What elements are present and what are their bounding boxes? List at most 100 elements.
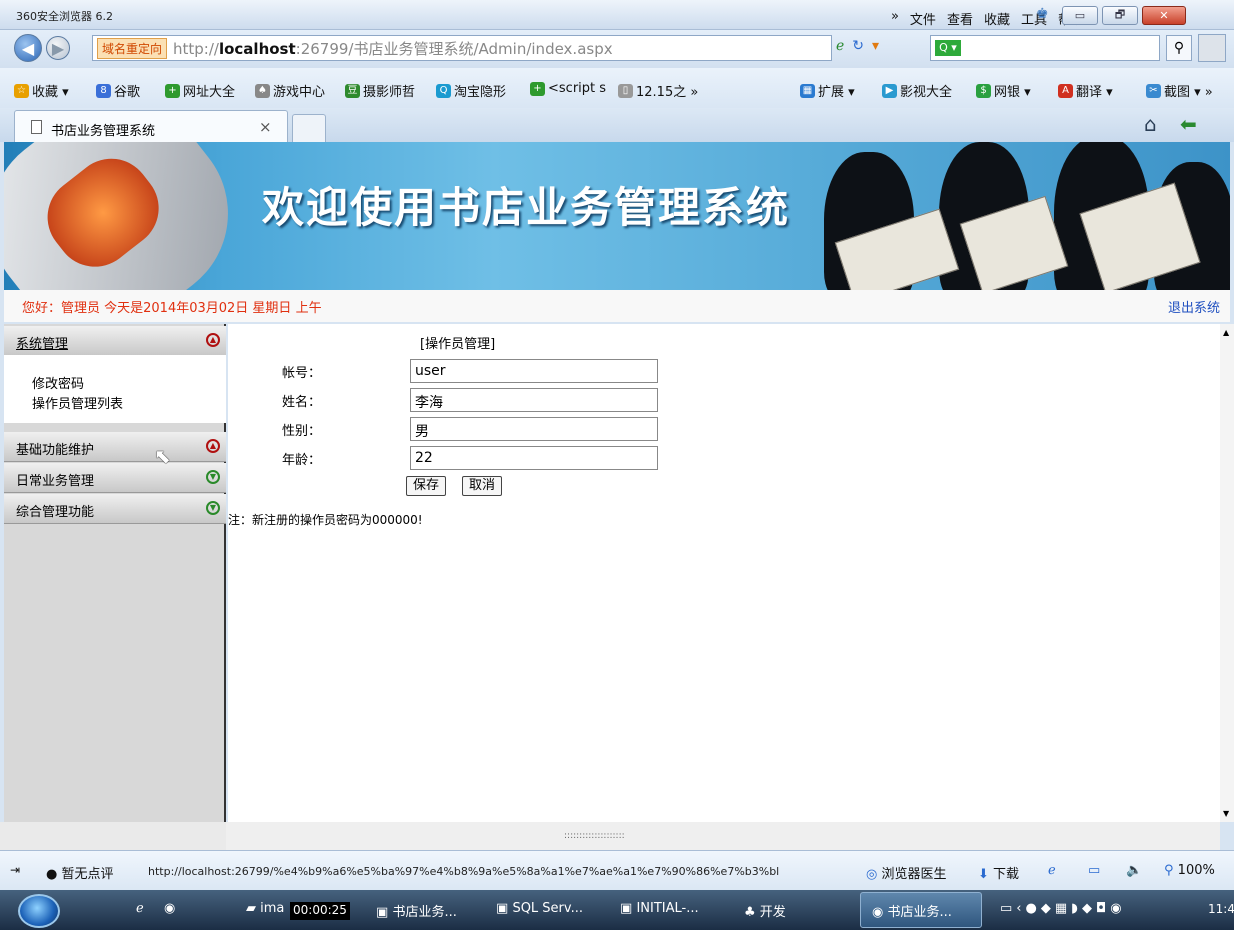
search-input[interactable]: Q ▾ (930, 35, 1160, 61)
vertical-scrollbar[interactable]: ▲ ▼ (1220, 324, 1234, 822)
name-input[interactable]: 李海 (410, 388, 658, 412)
address-bar[interactable]: 域名重定向 http://localhost:26799/书店业务管理系统/Ad… (92, 35, 832, 61)
frame-splitter[interactable]: :::::::::::::::::::: (226, 822, 1220, 850)
fav-item[interactable]: + 网址大全 (165, 81, 235, 100)
task-dev[interactable]: ♣ 开发 (744, 901, 786, 920)
360-quick-icon[interactable]: ◉ (164, 901, 175, 916)
minimize-button[interactable]: ▭ (1062, 6, 1098, 25)
ext-item[interactable]: A 翻译 ▾ (1058, 81, 1113, 100)
menu-favorites[interactable]: 收藏 (984, 9, 1010, 28)
tab-active[interactable]: 书店业务管理系统 × (14, 110, 288, 142)
ie-mode-icon[interactable]: ℯ (836, 38, 844, 54)
scroll-down-icon[interactable]: ▼ (1223, 809, 1229, 818)
url-path: :26799/书店业务管理系统/Admin/index.aspx (295, 39, 613, 58)
window-icon[interactable]: ▭ (1088, 863, 1100, 878)
fav-label: 淘宝隐形 (454, 85, 507, 100)
speaker-icon[interactable]: 🔈 (1126, 863, 1142, 878)
download-button[interactable]: ⬇ 下载 (978, 863, 1019, 882)
task-browser[interactable]: ◉ 书店业务... (872, 901, 952, 920)
app-icon: ▣ (376, 905, 389, 920)
account-input[interactable]: user (410, 359, 658, 383)
task-sql[interactable]: ▣ SQL Serv... (496, 901, 583, 916)
undo-arrow-icon[interactable]: ⬅ (1180, 112, 1197, 136)
task-initial[interactable]: ▣ INITIAL-... (620, 901, 699, 916)
dropdown-icon[interactable]: ▾ (872, 38, 879, 54)
age-input[interactable]: 22 (410, 446, 658, 470)
tree-icon: ♣ (744, 905, 756, 920)
task-label: 开发 (759, 905, 786, 920)
gender-input[interactable]: 男 (410, 417, 658, 441)
fav-item[interactable]: 豆摄影师哲 (345, 81, 415, 100)
forward-button[interactable]: ▶ (46, 36, 70, 60)
ie-icon[interactable]: ℯ (1048, 863, 1056, 878)
task-label: ima (260, 901, 285, 916)
bank-icon: $ (976, 83, 991, 98)
plus-icon: + (530, 81, 545, 96)
system-clock[interactable]: 11:48 (1208, 902, 1234, 916)
logout-link[interactable]: 退出系统 (1168, 297, 1220, 316)
menu-more[interactable]: » (891, 9, 899, 28)
fav-item[interactable]: ☆ 收藏 ▾ (14, 81, 69, 100)
start-button[interactable] (18, 894, 60, 928)
sidebar-item-change-password[interactable]: 修改密码 (32, 373, 84, 392)
tab-close-button[interactable]: × (259, 118, 272, 136)
sidebar-item-operator-list[interactable]: 操作员管理列表 (32, 393, 123, 412)
gender-label: 性别： (282, 424, 322, 439)
restore-button[interactable]: 🗗 (1102, 6, 1138, 25)
back-button[interactable]: ◀ (14, 34, 42, 62)
status-bar: ⇥ ● 暂无点评 http://localhost:26799/%e4%b9%a… (0, 850, 1234, 890)
rating-item[interactable]: ● 暂无点评 (46, 863, 114, 882)
ext-item[interactable]: $ 网银 ▾ (976, 81, 1031, 100)
collapse-icon[interactable]: ▲ (206, 439, 220, 453)
scroll-up-icon[interactable]: ▲ (1223, 328, 1229, 337)
extensions-icon: ▦ (800, 83, 815, 98)
collapse-icon[interactable]: ▲ (206, 333, 220, 347)
taskbar: ℯ ◉ ▰ ima 00:00:25 ▣ 书店业务... ▣ SQL Serv.… (0, 890, 1234, 930)
fav-item[interactable]: 8 谷歌 (96, 81, 140, 100)
new-tab-button[interactable] (292, 114, 326, 142)
menu-file[interactable]: 文件 (910, 9, 936, 28)
fav-item[interactable]: Q 淘宝隐形 (436, 81, 506, 100)
sidebar-section-system[interactable]: 系统管理 ▲ (4, 326, 226, 356)
expand-icon[interactable]: ▼ (206, 501, 220, 515)
cancel-button[interactable]: 取消 (462, 476, 503, 496)
redirect-badge[interactable]: 域名重定向 (97, 37, 168, 59)
tray-icons[interactable]: ▭‹●◆▦◗◆◘◉ (1000, 901, 1126, 916)
expand-icon[interactable]: ▼ (206, 470, 220, 484)
ext-item[interactable]: ▶ 影视大全 (882, 81, 952, 100)
ie-quick-icon[interactable]: ℯ (136, 901, 144, 916)
fav-item[interactable]: ♠ 游戏中心 (255, 81, 325, 100)
ext-item[interactable]: ✂ 截图 ▾ » (1146, 81, 1213, 100)
fav-item[interactable]: ▯ 12.15之 » (618, 81, 698, 100)
save-button[interactable]: 保存 (406, 476, 447, 496)
user-avatar-button[interactable] (1198, 34, 1226, 62)
home-icon[interactable]: ⌂ (1144, 112, 1157, 136)
ext-item[interactable]: ▦ 扩展 ▾ (800, 81, 855, 100)
section-label: 系统管理 (16, 337, 69, 352)
skin-icon[interactable]: ♚ (1036, 6, 1049, 22)
close-button[interactable]: ✕ (1142, 6, 1186, 25)
recording-timer: 00:00:25 (290, 902, 350, 920)
menu-view[interactable]: 查看 (947, 9, 973, 28)
zoom-control[interactable]: ⚲ 100% (1164, 863, 1215, 878)
url-text[interactable]: http://localhost:26799/书店业务管理系统/Admin/in… (173, 38, 613, 59)
task-vs-1[interactable]: ▣ 书店业务... (376, 901, 457, 920)
fav-label: 收藏 ▾ (32, 85, 69, 100)
address-toolbar: ◀ ▶ 域名重定向 http://localhost:26799/书店业务管理系… (0, 30, 1234, 68)
browser-doctor[interactable]: ◎ 浏览器医生 (866, 863, 947, 882)
search-engine-icon[interactable]: Q ▾ (935, 40, 961, 56)
account-label: 帐号： (282, 366, 322, 381)
sidebar-section-basic[interactable]: 基础功能维护 ▲ (4, 432, 226, 462)
task-folder[interactable]: ▰ ima (246, 901, 284, 916)
task-label: SQL Serv... (512, 901, 583, 916)
sidebar-section-daily[interactable]: 日常业务管理 ▼ (4, 463, 226, 493)
douban-icon: 豆 (345, 83, 360, 98)
refresh-icon[interactable]: ↻ (852, 38, 864, 54)
search-button[interactable]: ⚲ (1166, 35, 1192, 61)
status-toggle-icon[interactable]: ⇥ (10, 863, 20, 877)
fav-label: 截图 ▾ » (1164, 85, 1213, 100)
sidebar-section-general[interactable]: 综合管理功能 ▼ (4, 494, 226, 524)
fav-label: 翻译 ▾ (1076, 85, 1113, 100)
fav-item[interactable]: + <script s (530, 81, 606, 96)
zoom-value: 100% (1177, 863, 1215, 878)
